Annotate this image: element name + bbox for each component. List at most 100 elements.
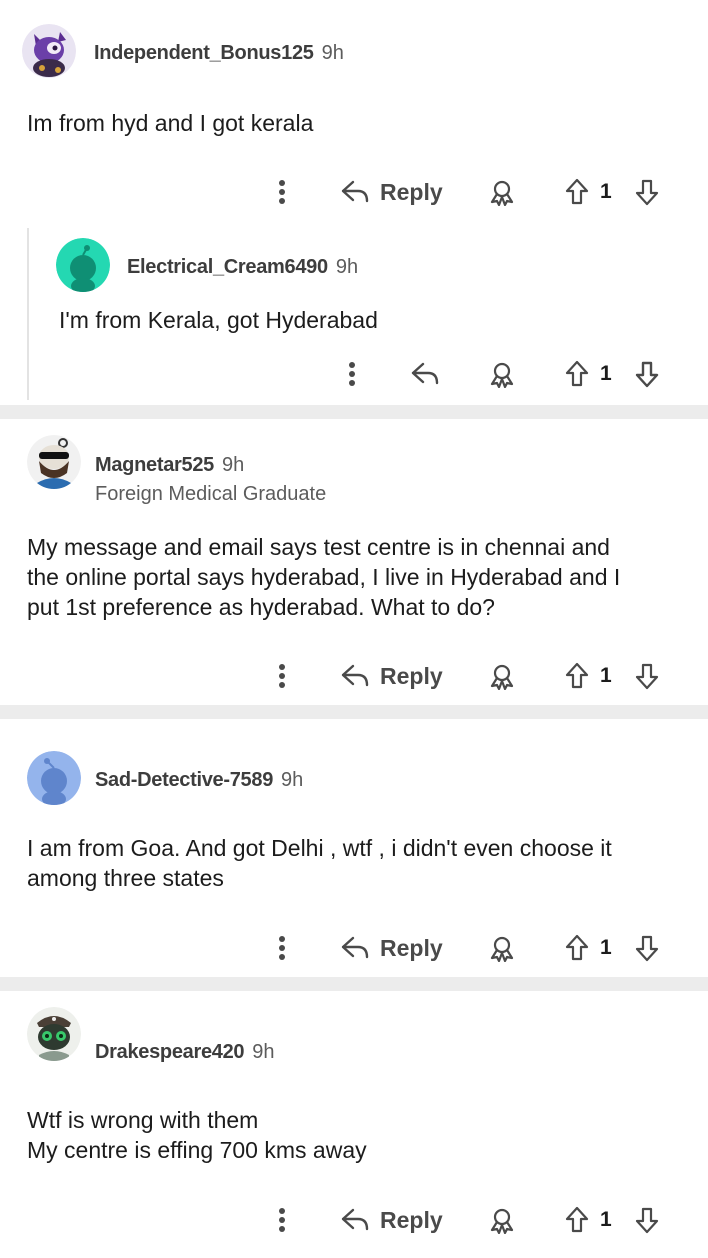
user-avatar[interactable] xyxy=(27,435,81,489)
user-avatar[interactable] xyxy=(56,238,110,292)
timestamp: 9h xyxy=(252,1041,275,1063)
upvote-button[interactable] xyxy=(562,176,592,208)
comment-body: I am from Goa. And got Delhi , wtf , i d… xyxy=(27,833,687,893)
downvote-button[interactable] xyxy=(632,358,662,390)
username[interactable]: Sad-Detective-7589 xyxy=(95,769,273,792)
upvote-button[interactable] xyxy=(562,660,592,692)
comment-meta: Sad-Detective-7589 9h xyxy=(95,769,303,792)
vote-count: 1 xyxy=(600,936,612,959)
comment-body-line: My centre is effing 700 kms away xyxy=(27,1137,367,1163)
award-icon xyxy=(490,664,514,690)
reply-button[interactable]: Reply xyxy=(340,658,443,694)
downvote-arrow-icon xyxy=(635,179,659,206)
reply-button[interactable]: Reply xyxy=(340,1202,443,1238)
comment-separator xyxy=(0,977,708,991)
more-options-button[interactable] xyxy=(268,176,296,208)
more-vertical-icon xyxy=(349,362,355,386)
reply-arrow-icon xyxy=(411,362,439,385)
comment-body: Wtf is wrong with them My centre is effi… xyxy=(27,1105,687,1165)
reply-arrow-icon xyxy=(341,180,369,203)
blue-snoo-avatar-icon xyxy=(27,751,81,805)
more-options-button[interactable] xyxy=(268,1204,296,1236)
purple-character-avatar-icon xyxy=(22,24,76,78)
more-options-button[interactable] xyxy=(268,660,296,692)
comment-meta: Electrical_Cream6490 9h xyxy=(127,256,358,279)
comment-card: Sad-Detective-7589 9h I am from Goa. And… xyxy=(0,719,708,977)
more-vertical-icon xyxy=(279,664,285,688)
award-button[interactable] xyxy=(486,358,518,390)
bearded-sunglasses-avatar-icon xyxy=(27,435,81,489)
vote-count: 1 xyxy=(600,664,612,687)
more-vertical-icon xyxy=(279,1208,285,1232)
more-options-button[interactable] xyxy=(338,358,366,390)
upvote-arrow-icon xyxy=(565,360,589,387)
upvote-button[interactable] xyxy=(562,358,592,390)
comment-body-line: among three states xyxy=(27,865,224,891)
upvote-button[interactable] xyxy=(562,932,592,964)
user-avatar[interactable] xyxy=(22,24,76,78)
comment-body-line: Im from hyd and I got kerala xyxy=(27,110,314,136)
timestamp: 9h xyxy=(281,769,304,791)
comment-meta: Drakespeare420 9h xyxy=(95,1041,275,1064)
reply-arrow-icon xyxy=(341,936,369,959)
timestamp: 9h xyxy=(335,256,359,278)
award-icon xyxy=(490,180,514,206)
vote-count: 1 xyxy=(600,180,612,203)
downvote-arrow-icon xyxy=(635,361,659,388)
downvote-button[interactable] xyxy=(632,176,662,208)
reply-button[interactable] xyxy=(410,356,440,392)
award-icon xyxy=(490,362,514,388)
award-button[interactable] xyxy=(486,1204,518,1236)
thread-line[interactable] xyxy=(27,228,29,400)
username[interactable]: Electrical_Cream6490 xyxy=(127,256,328,279)
teal-snoo-avatar-icon xyxy=(56,238,110,292)
downvote-button[interactable] xyxy=(632,932,662,964)
comment-body-line: I'm from Kerala, got Hyderabad xyxy=(59,307,378,333)
user-flair: Foreign Medical Graduate xyxy=(95,483,327,505)
comment-body-line: the online portal says hyderabad, I live… xyxy=(27,564,621,590)
reply-label: Reply xyxy=(380,1206,443,1233)
timestamp: 9h xyxy=(221,454,245,476)
comment-body-line: My message and email says test centre is… xyxy=(27,534,610,560)
downvote-button[interactable] xyxy=(632,1204,662,1236)
username[interactable]: Magnetar525 xyxy=(95,454,214,477)
upvote-arrow-icon xyxy=(565,1206,589,1233)
comment-body: I'm from Kerala, got Hyderabad xyxy=(59,305,708,335)
reply-arrow-icon xyxy=(341,664,369,687)
more-vertical-icon xyxy=(279,180,285,204)
timestamp: 9h xyxy=(321,42,344,64)
user-avatar[interactable] xyxy=(27,1007,81,1061)
username[interactable]: Drakespeare420 xyxy=(95,1041,245,1064)
award-button[interactable] xyxy=(486,932,518,964)
more-options-button[interactable] xyxy=(268,932,296,964)
upvote-arrow-icon xyxy=(565,178,589,205)
comment-separator xyxy=(0,405,708,419)
comment-card: Independent_Bonus125 9h Im from hyd and … xyxy=(0,0,708,405)
reply-label: Reply xyxy=(380,662,443,689)
comment-meta: Independent_Bonus125 9h xyxy=(94,42,344,65)
reply-label: Reply xyxy=(380,934,443,961)
reply-button[interactable]: Reply xyxy=(340,174,443,210)
downvote-arrow-icon xyxy=(635,935,659,962)
vote-count: 1 xyxy=(600,1208,612,1231)
reply-button[interactable]: Reply xyxy=(340,930,443,966)
award-button[interactable] xyxy=(486,660,518,692)
comment-meta: Magnetar525 9h xyxy=(95,454,244,477)
comment-card: Magnetar525 9h Foreign Medical Graduate … xyxy=(0,419,708,705)
comment-body: Im from hyd and I got kerala xyxy=(27,108,687,138)
comment-separator xyxy=(0,705,708,719)
user-avatar[interactable] xyxy=(27,751,81,805)
downvote-button[interactable] xyxy=(632,660,662,692)
more-vertical-icon xyxy=(279,936,285,960)
robot-pirate-avatar-icon xyxy=(27,1007,81,1061)
comment-body-line: I am from Goa. And got Delhi , wtf , i d… xyxy=(27,835,612,861)
award-icon xyxy=(490,1208,514,1234)
downvote-arrow-icon xyxy=(635,1207,659,1234)
downvote-arrow-icon xyxy=(635,663,659,690)
award-button[interactable] xyxy=(486,176,518,208)
username[interactable]: Independent_Bonus125 xyxy=(94,42,314,65)
reply-arrow-icon xyxy=(341,1208,369,1231)
reply-label: Reply xyxy=(380,178,443,205)
award-icon xyxy=(490,936,514,962)
upvote-button[interactable] xyxy=(562,1204,592,1236)
